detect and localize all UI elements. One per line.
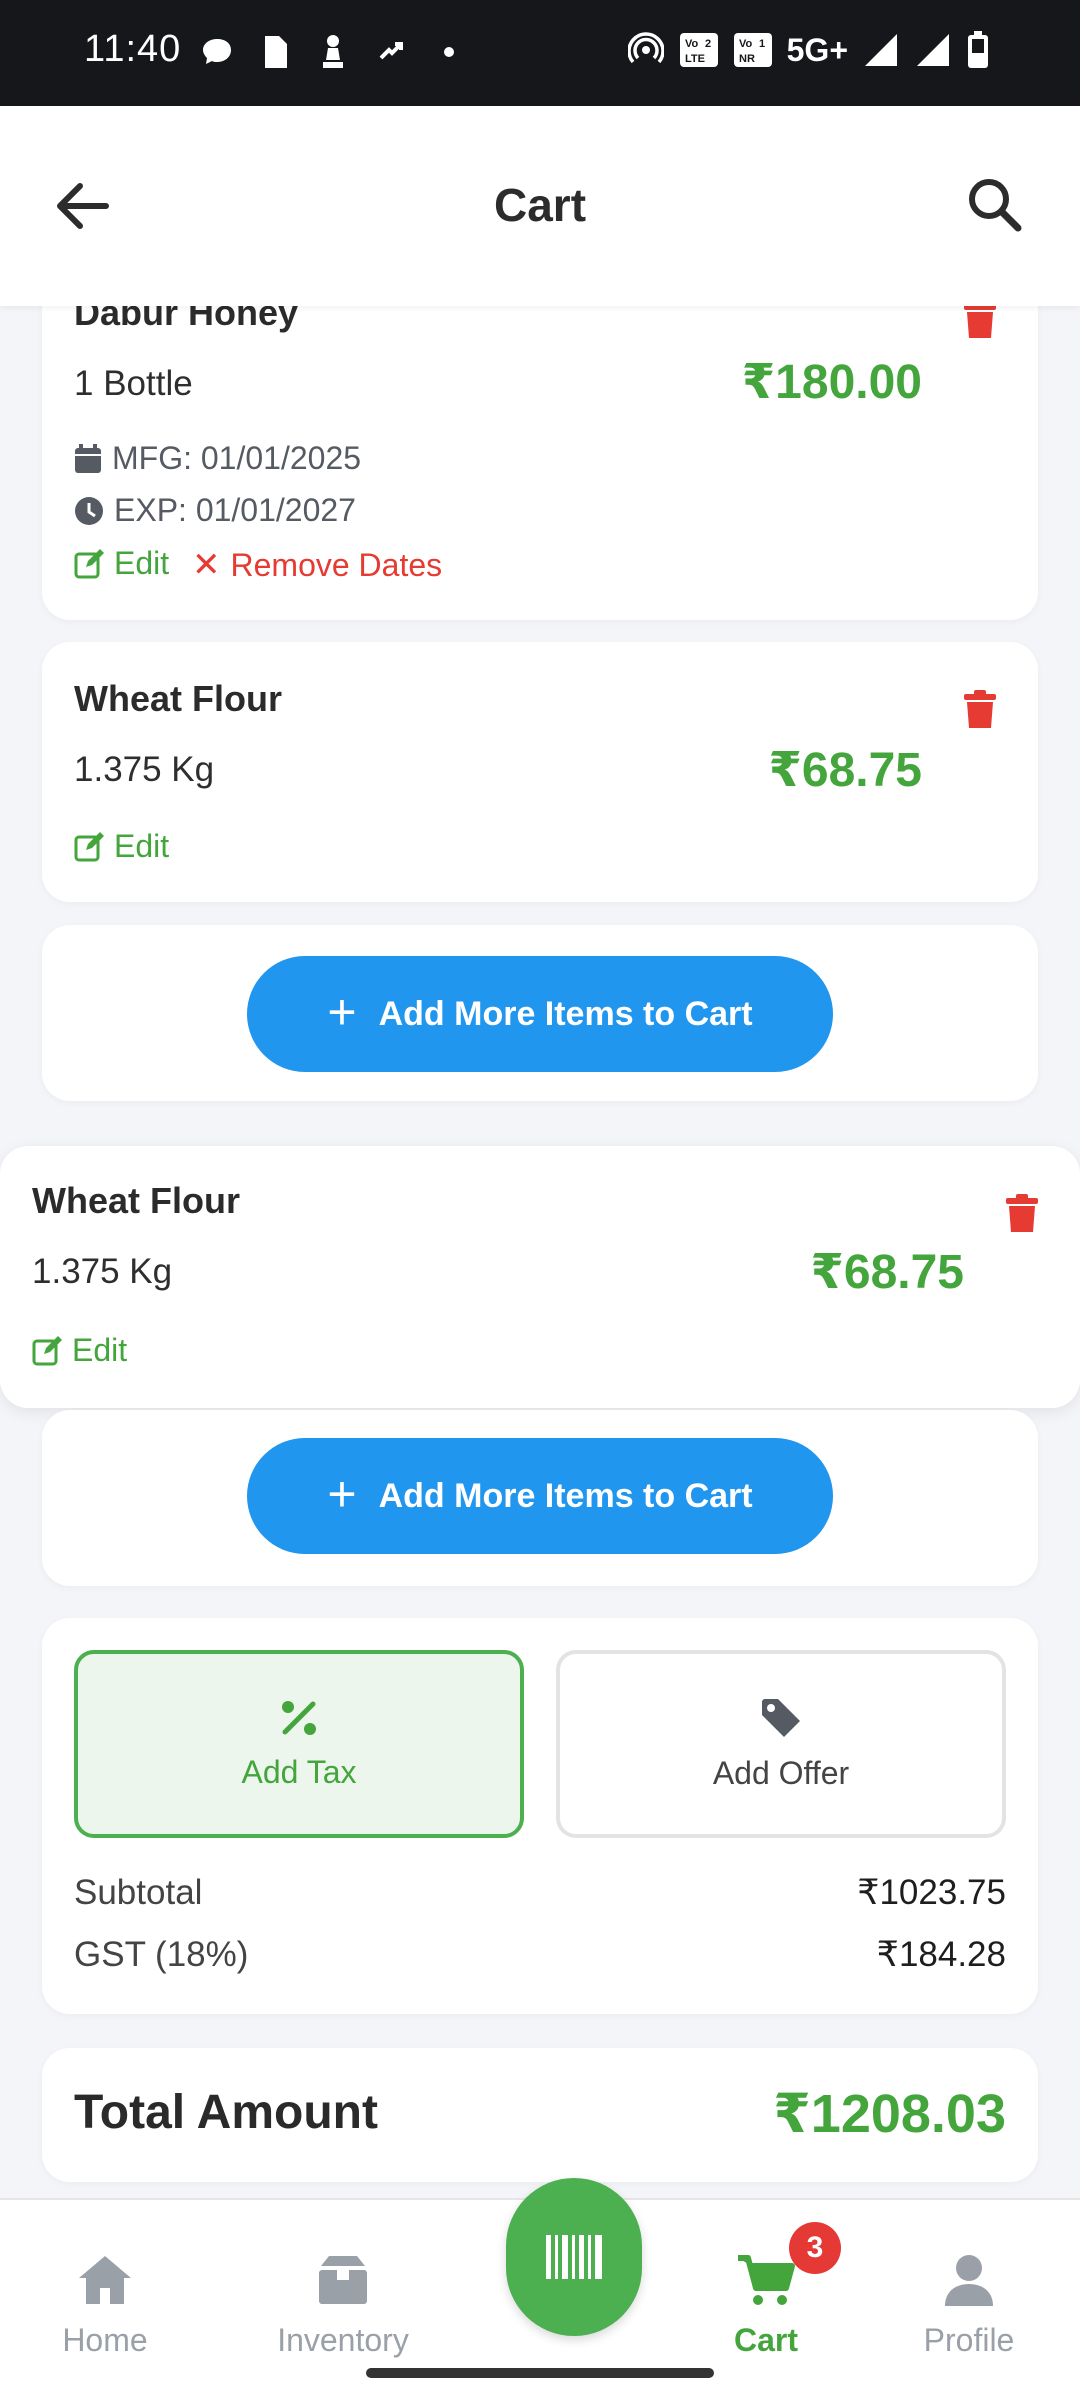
link-icon bbox=[372, 32, 410, 72]
plus-icon: + bbox=[327, 984, 357, 1040]
edit-button[interactable]: Edit bbox=[32, 1332, 127, 1369]
trash-icon bbox=[964, 300, 996, 338]
shopping-cart-icon bbox=[738, 2255, 795, 2305]
cart-item-card: Wheat Flour 1.375 Kg ₹68.75 Edit bbox=[0, 1146, 1080, 1408]
item-quantity: 1.375 Kg bbox=[32, 1252, 173, 1291]
item-quantity: 1 Bottle bbox=[74, 364, 193, 403]
search-button[interactable] bbox=[964, 174, 1024, 234]
network-type: 5G+ bbox=[786, 31, 848, 68]
item-quantity: 1.375 Kg bbox=[74, 750, 215, 789]
remove-dates-label: Remove Dates bbox=[230, 546, 443, 583]
chess-pawn-icon bbox=[314, 32, 352, 72]
barcode-scan-button[interactable] bbox=[506, 2178, 642, 2336]
nav-cart[interactable]: Cart bbox=[666, 2252, 866, 2359]
volte-icon: Vo 2 LTE bbox=[679, 30, 719, 70]
home-indicator[interactable] bbox=[366, 2368, 714, 2378]
subtotal-row: Subtotal ₹1023.75 bbox=[74, 1873, 1006, 1913]
barcode-icon bbox=[546, 2235, 602, 2279]
gst-value: ₹184.28 bbox=[876, 1935, 1006, 1974]
exp-date: EXP: 01/01/2027 bbox=[74, 492, 356, 529]
nav-home[interactable]: Home bbox=[5, 2252, 205, 2359]
system-icons: Vo 2 LTE Vo 1 NR 5G+ bbox=[627, 30, 990, 70]
nav-cart-label: Cart bbox=[733, 2322, 798, 2358]
add-offer-label: Add Offer bbox=[712, 1754, 850, 1791]
add-more-items-button[interactable]: + Add More Items to Cart bbox=[247, 1438, 833, 1554]
document-icon bbox=[256, 32, 294, 72]
clock-icon bbox=[75, 496, 103, 525]
svg-text:1: 1 bbox=[759, 38, 765, 50]
nav-inventory[interactable]: Inventory bbox=[243, 2252, 443, 2359]
add-offer-button[interactable]: Add Offer bbox=[556, 1650, 1006, 1838]
svg-text:LTE: LTE bbox=[685, 53, 705, 65]
svg-text:NR: NR bbox=[739, 53, 755, 65]
home-icon bbox=[79, 2256, 131, 2304]
total-label: Total Amount bbox=[74, 2086, 378, 2139]
search-icon bbox=[969, 179, 1022, 232]
battery-icon bbox=[966, 30, 990, 70]
total-value: ₹1208.03 bbox=[773, 2084, 1006, 2144]
trash-icon bbox=[1006, 1194, 1038, 1232]
edit-icon bbox=[74, 548, 104, 578]
add-more-items-button[interactable]: + Add More Items to Cart bbox=[247, 956, 833, 1072]
item-name: Wheat Flour bbox=[32, 1180, 240, 1221]
calendar-icon bbox=[75, 443, 101, 473]
add-more-label: Add More Items to Cart bbox=[378, 1476, 753, 1515]
nav-profile[interactable]: Profile bbox=[869, 2252, 1069, 2359]
svg-text:Vo: Vo bbox=[739, 38, 753, 50]
item-price: ₹68.75 bbox=[768, 744, 922, 797]
edit-button[interactable]: Edit bbox=[74, 828, 169, 865]
svg-text:2: 2 bbox=[705, 38, 711, 50]
remove-dates-button[interactable]: ✕ Remove Dates bbox=[192, 545, 442, 585]
vonr-icon: Vo 1 NR bbox=[733, 30, 773, 70]
cart-item-card: Wheat Flour 1.375 Kg ₹68.75 Edit bbox=[42, 642, 1038, 902]
nav-profile-label: Profile bbox=[923, 2322, 1015, 2358]
app-bar: Cart bbox=[0, 106, 1080, 306]
plus-icon: + bbox=[327, 1466, 357, 1522]
page-title: Cart bbox=[493, 179, 587, 231]
subtotal-label: Subtotal bbox=[74, 1873, 203, 1912]
notification-icons bbox=[198, 32, 468, 72]
nav-home-label: Home bbox=[62, 2322, 148, 2358]
cart-count-badge: 3 bbox=[789, 2222, 841, 2274]
svg-text:Vo: Vo bbox=[685, 38, 699, 50]
status-time: 11:40 bbox=[84, 28, 182, 70]
gst-row: GST (18%) ₹184.28 bbox=[74, 1935, 1006, 1975]
edit-button[interactable]: Edit bbox=[74, 545, 169, 582]
exp-date-text: EXP: 01/01/2027 bbox=[114, 492, 356, 528]
mfg-date: MFG: 01/01/2025 bbox=[74, 440, 361, 477]
delete-item-button[interactable] bbox=[962, 690, 998, 730]
status-bar: 11:40 Vo 2 LTE Vo 1 NR 5G+ bbox=[0, 0, 1080, 106]
item-price: ₹180.00 bbox=[741, 356, 922, 409]
delete-item-button[interactable] bbox=[962, 300, 998, 340]
chat-bubble-icon bbox=[198, 32, 236, 72]
add-tax-label: Add Tax bbox=[241, 1753, 357, 1790]
add-tax-button[interactable]: Add Tax bbox=[74, 1650, 524, 1838]
subtotal-value: ₹1023.75 bbox=[857, 1873, 1006, 1912]
edit-icon bbox=[32, 1335, 62, 1365]
dot-icon bbox=[430, 32, 468, 72]
close-icon: ✕ bbox=[192, 546, 221, 584]
edit-label: Edit bbox=[72, 1332, 128, 1368]
gst-label: GST (18%) bbox=[74, 1935, 249, 1974]
mfg-date-text: MFG: 01/01/2025 bbox=[112, 440, 362, 476]
nav-inventory-label: Inventory bbox=[277, 2322, 409, 2358]
box-icon bbox=[319, 2256, 367, 2304]
item-price: ₹68.75 bbox=[810, 1246, 964, 1299]
signal-icon bbox=[862, 30, 900, 70]
edit-label: Edit bbox=[114, 545, 170, 581]
add-more-label: Add More Items to Cart bbox=[378, 994, 753, 1033]
trash-icon bbox=[964, 690, 996, 728]
delete-item-button[interactable] bbox=[1004, 1194, 1040, 1234]
item-name: Wheat Flour bbox=[74, 678, 282, 719]
percent-icon bbox=[282, 1700, 316, 1735]
edit-icon bbox=[74, 831, 104, 861]
user-icon bbox=[945, 2255, 993, 2306]
edit-label: Edit bbox=[114, 828, 170, 864]
signal-icon bbox=[914, 30, 952, 70]
tag-icon bbox=[762, 1698, 800, 1737]
hotspot-icon bbox=[627, 30, 665, 70]
